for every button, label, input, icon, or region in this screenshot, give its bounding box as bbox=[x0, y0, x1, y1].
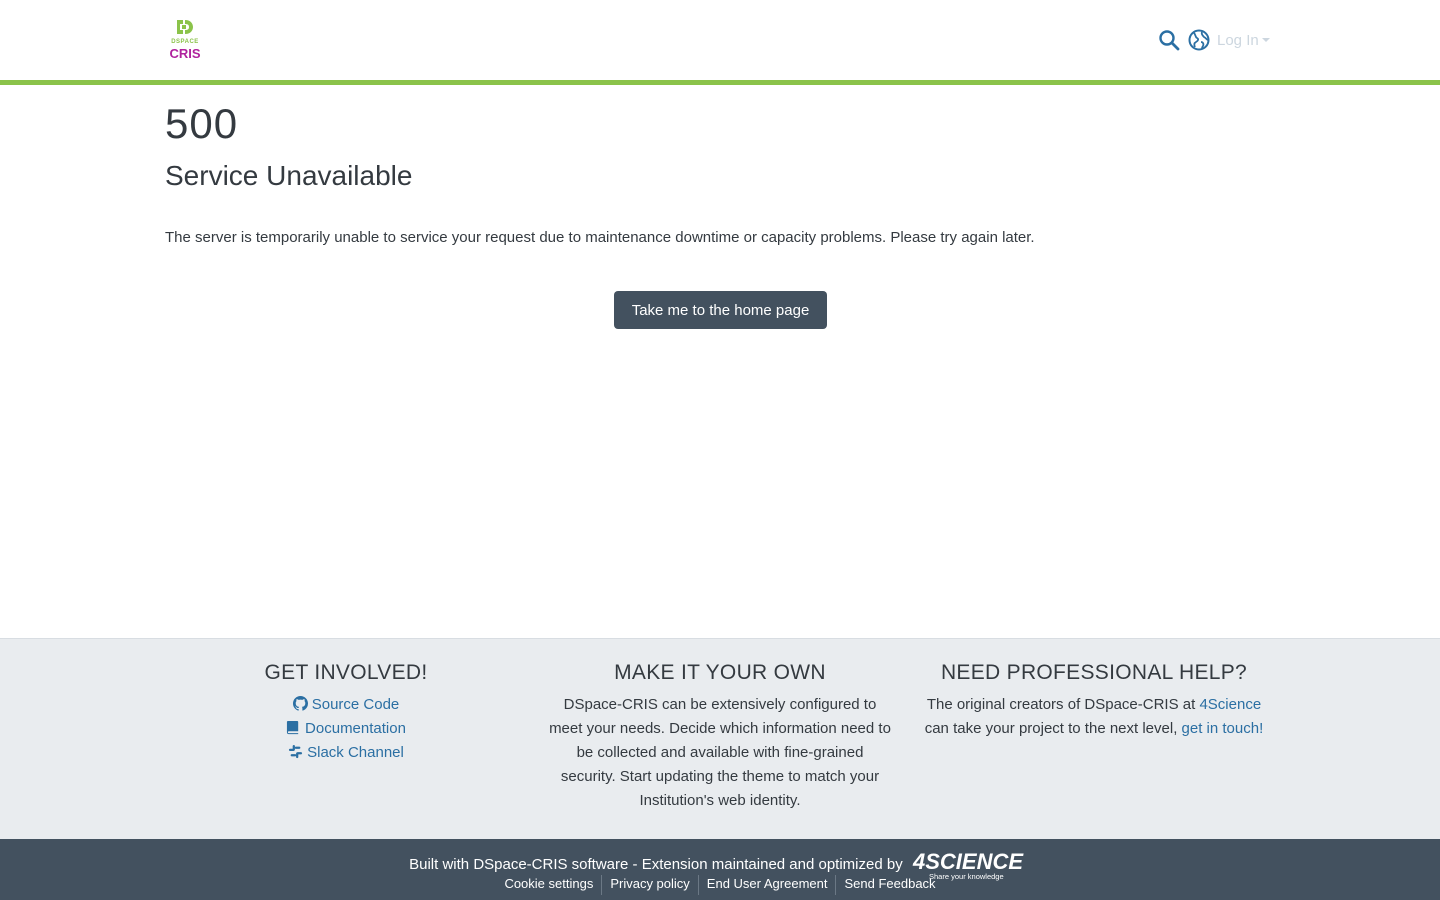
built-prefix: Built with bbox=[409, 856, 474, 873]
get-in-touch-link[interactable]: get in touch! bbox=[1182, 720, 1264, 737]
get-involved-heading: GET INVOLVED! bbox=[264, 661, 428, 684]
home-page-button[interactable]: Take me to the home page bbox=[614, 291, 827, 329]
search-icon[interactable] bbox=[1157, 28, 1181, 52]
make-it-your-own-column: MAKE IT YOUR OWN DSpace-CRIS can be exte… bbox=[539, 661, 901, 813]
footer-legal-links: Cookie settings Privacy policy End User Ag… bbox=[0, 875, 1440, 895]
professional-help-text: The original creators of DSpace-CRIS at … bbox=[913, 693, 1275, 741]
dspace-cris-logo[interactable]: DSPACE CRIS bbox=[165, 18, 205, 62]
footer-bottom-bar: Built with DSpace-CRIS software - Extens… bbox=[0, 839, 1440, 900]
error-code: 500 bbox=[165, 100, 239, 147]
site-header: DSPACE CRIS Log In bbox=[0, 0, 1440, 80]
login-dropdown[interactable]: Log In bbox=[1217, 32, 1270, 49]
documentation-link-label[interactable]: Documentation bbox=[305, 720, 406, 737]
github-icon bbox=[292, 696, 308, 711]
source-code-link[interactable]: Source Code bbox=[165, 693, 527, 717]
professional-help-heading: NEED PROFESSIONAL HELP? bbox=[940, 661, 1248, 684]
footer-info-section: GET INVOLVED! Source Code Documentation … bbox=[0, 638, 1440, 839]
built-suffix: - Extension maintained and optimized by bbox=[628, 856, 903, 873]
dspace-cris-software-link[interactable]: DSpace-CRIS software bbox=[473, 856, 628, 873]
logo-dspace-text: DSPACE bbox=[171, 39, 199, 45]
error-message: The server is temporarily unable to serv… bbox=[165, 229, 1035, 246]
send-feedback-link[interactable]: Send Feedback bbox=[836, 876, 943, 891]
dspace-logo-mark-icon bbox=[177, 20, 193, 34]
4science-link[interactable]: 4Science bbox=[1199, 696, 1261, 713]
privacy-policy-link[interactable]: Privacy policy bbox=[602, 876, 697, 891]
logo-cris-text: CRIS bbox=[169, 46, 201, 61]
header-accent-bar bbox=[0, 80, 1440, 85]
documentation-link[interactable]: Documentation bbox=[165, 717, 527, 741]
professional-help-column: NEED PROFESSIONAL HELP? The original cre… bbox=[913, 661, 1275, 741]
globe-icon[interactable] bbox=[1187, 28, 1211, 52]
header-nav: Log In bbox=[1157, 26, 1270, 54]
slack-icon bbox=[289, 744, 303, 759]
end-user-agreement-link[interactable]: End User Agreement bbox=[699, 876, 836, 891]
svg-text:4SCIENCE: 4SCIENCE bbox=[912, 849, 1024, 874]
slack-channel-link[interactable]: Slack Channel bbox=[165, 741, 527, 765]
error-title: Service Unavailable bbox=[165, 160, 413, 191]
help-text-middle: can take your project to the next level, bbox=[924, 720, 1182, 737]
book-icon bbox=[286, 720, 299, 735]
make-it-your-own-text: DSpace-CRIS can be extensively configure… bbox=[549, 696, 891, 809]
make-it-your-own-heading: MAKE IT YOUR OWN bbox=[614, 661, 826, 684]
get-involved-column: GET INVOLVED! Source Code Documentation … bbox=[165, 661, 527, 765]
slack-channel-link-label[interactable]: Slack Channel bbox=[307, 744, 404, 761]
source-code-link-label[interactable]: Source Code bbox=[312, 696, 400, 713]
cookie-settings-link[interactable]: Cookie settings bbox=[496, 876, 601, 891]
help-text-before: The original creators of DSpace-CRIS at bbox=[926, 696, 1200, 713]
